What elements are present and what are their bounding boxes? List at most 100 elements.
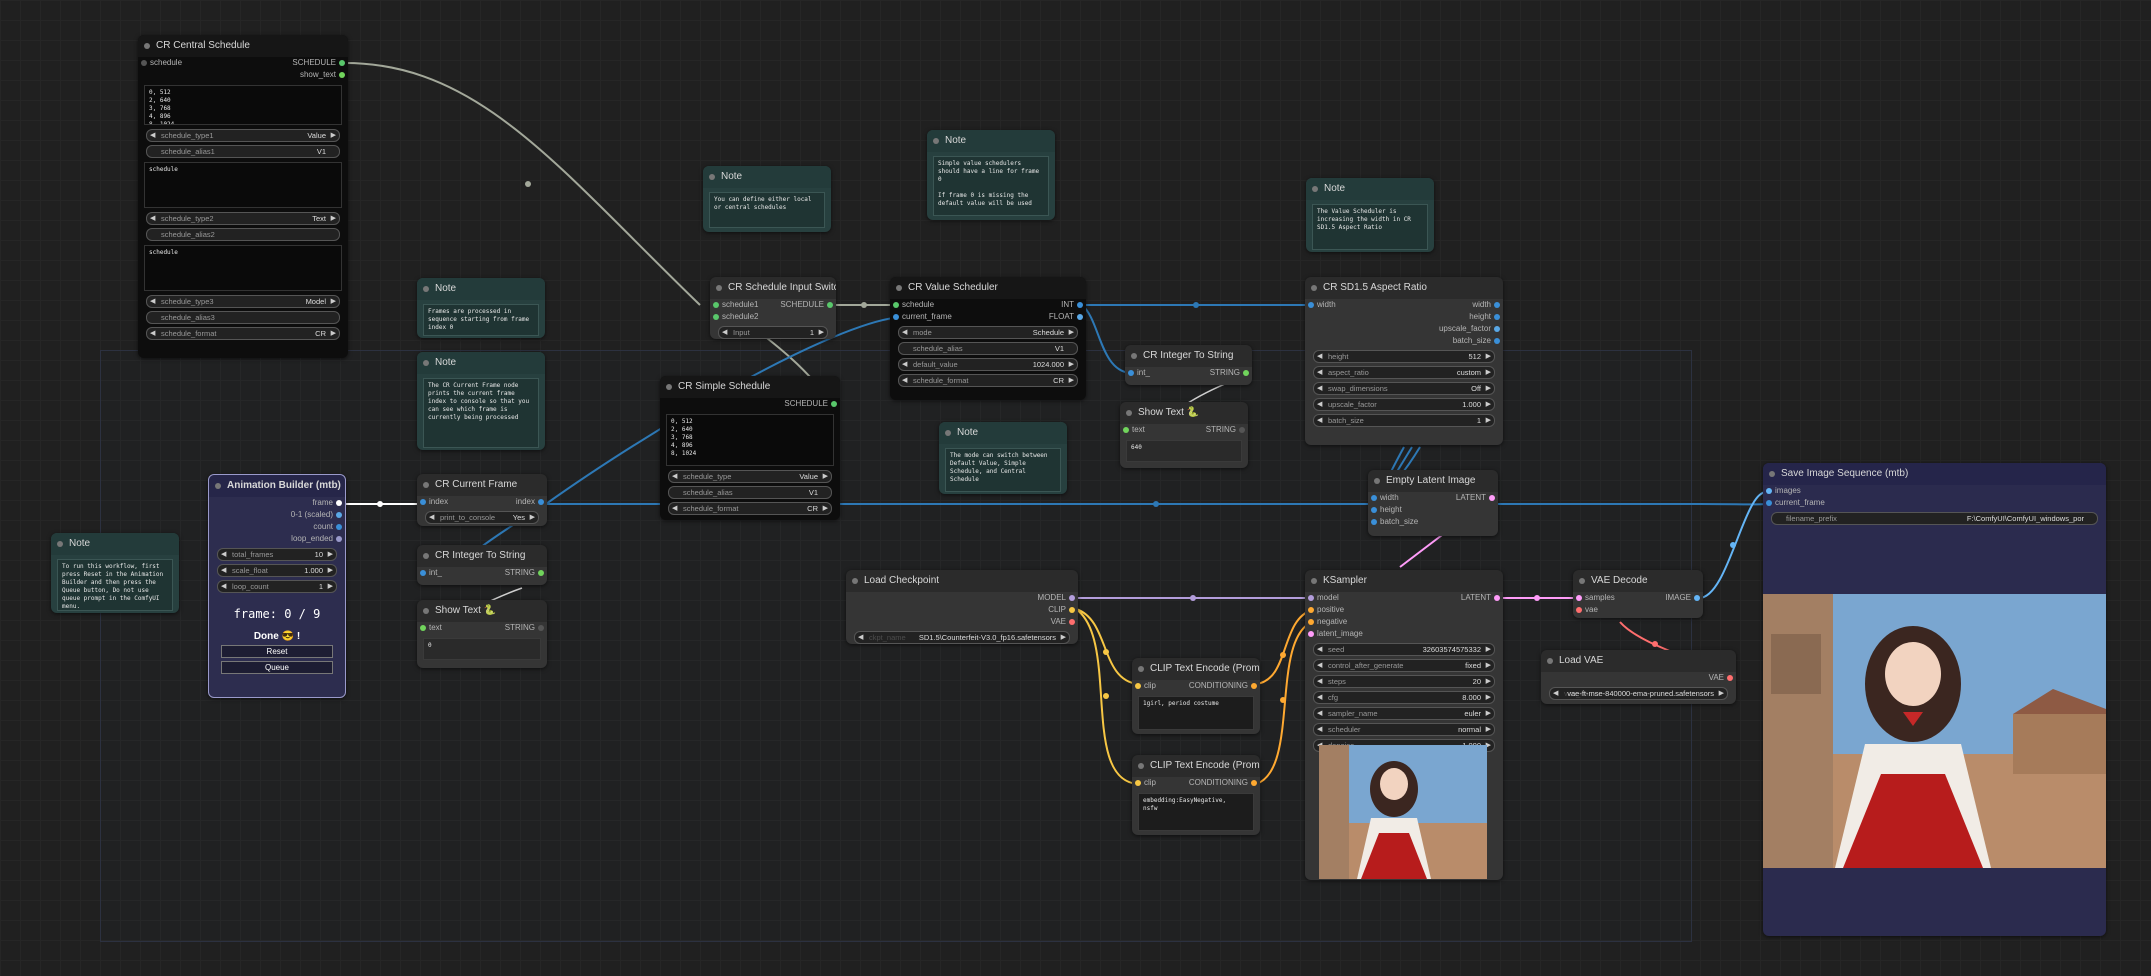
prompt-textarea[interactable]: 1girl, period costume [1138,696,1254,730]
clip-text-encode-positive-node[interactable]: CLIP Text Encode (Prompt) clip CONDITIONI… [1132,658,1260,734]
print-to-console-combo[interactable]: ◀ print_to_console Yes ▶ [425,511,539,524]
animation-builder-node[interactable]: Animation Builder (mtb) frame 0-1 (scale… [208,474,346,698]
output-pin[interactable] [1069,607,1075,613]
input-pin[interactable] [1135,780,1141,786]
output-pin[interactable] [1243,370,1249,376]
node-title[interactable]: CR Integer To String [417,545,547,567]
output-pin[interactable] [339,60,345,66]
seed-widget[interactable]: ◀ seed 32603574575332 ▶ [1313,643,1495,656]
output-pin[interactable] [1494,314,1500,320]
note-text[interactable]: The CR Current Frame node prints the cur… [423,378,539,448]
steps-widget[interactable]: ◀ steps 20 ▶ [1313,675,1495,688]
input-pin[interactable] [1766,500,1772,506]
control-after-generate-combo[interactable]: ◀ control_after_generate fixed ▶ [1313,659,1495,672]
node-title[interactable]: Note [1306,178,1434,200]
output-pin[interactable] [1494,595,1500,601]
input-pin[interactable] [1123,427,1129,433]
output-pin[interactable] [336,524,342,530]
output-pin[interactable] [1727,675,1733,681]
output-pin[interactable] [1494,338,1500,344]
scale-float-widget[interactable]: ◀ scale_float 1.000 ▶ [217,564,337,577]
output-pin[interactable] [336,500,342,506]
output-pin[interactable] [1494,302,1500,308]
node-title[interactable]: CLIP Text Encode (Prompt) [1132,755,1260,777]
input-pin[interactable] [1371,495,1377,501]
input-pin[interactable] [420,625,426,631]
sampler-name-combo[interactable]: ◀ sampler_name euler ▶ [1313,707,1495,720]
input-pin[interactable] [1128,370,1134,376]
vae-decode-node[interactable]: VAE Decode samples IMAGE vae [1573,570,1703,618]
note-mode-switch[interactable]: Note The mode can switch between Default… [939,422,1067,494]
input-pin[interactable] [713,314,719,320]
output-pin[interactable] [1077,302,1083,308]
note-text[interactable]: To run this workflow, first press Reset … [57,559,173,611]
node-title[interactable]: Load VAE [1541,650,1736,672]
output-pin[interactable] [1069,619,1075,625]
input-pin[interactable] [893,302,899,308]
input-pin[interactable] [1308,595,1314,601]
node-title[interactable]: KSampler [1305,570,1503,592]
node-title[interactable]: Note [927,130,1055,152]
schedule-type3-combo[interactable]: ◀ schedule_type3 Model ▶ [146,295,340,308]
save-image-sequence-node[interactable]: Save Image Sequence (mtb) images current… [1763,463,2106,936]
swap-dimensions-combo[interactable]: ◀ swap_dimensions Off ▶ [1313,382,1495,395]
scheduler-combo[interactable]: ◀ scheduler normal ▶ [1313,723,1495,736]
note-text[interactable]: Simple value schedulers should have a li… [933,156,1049,216]
input-pin[interactable] [893,314,899,320]
load-checkpoint-node[interactable]: Load Checkpoint MODEL CLIP VAE ◀ ckpt_nam… [846,570,1078,644]
node-title[interactable]: CR Current Frame [417,474,547,496]
schedule-alias-field[interactable]: schedule_alias V1 [898,342,1078,355]
schedule-alias2-field[interactable]: schedule_alias2 [146,228,340,241]
input-pin[interactable] [1135,683,1141,689]
input-number-widget[interactable]: ◀ Input 1 ▶ [718,326,828,339]
reset-button[interactable]: Reset [221,645,333,658]
node-title[interactable]: Note [417,278,545,300]
output-pin[interactable] [339,72,345,78]
vae-name-combo[interactable]: ◀ vae_name vae-ft-mse-840000-ema-pruned.sa… [1549,687,1728,700]
central-schedule-node[interactable]: CR Central Schedule schedule SCHEDULE sho… [138,35,348,358]
current-frame-node[interactable]: CR Current Frame index index ◀ print_to_co… [417,474,547,526]
input-pin[interactable] [420,499,426,505]
note-text[interactable]: The mode can switch between Default Valu… [945,448,1061,492]
cfg-widget[interactable]: ◀ cfg 8.000 ▶ [1313,691,1495,704]
note-run-instructions[interactable]: Note To run this workflow, first press R… [51,533,179,613]
output-pin[interactable] [1069,595,1075,601]
output-pin[interactable] [538,625,544,631]
input-pin[interactable] [1576,607,1582,613]
node-title[interactable]: Note [939,422,1067,444]
output-pin[interactable] [336,512,342,518]
schedule-input-switch-node[interactable]: CR Schedule Input Switch schedule1 SCHEDU… [710,277,836,339]
node-title[interactable]: CR Value Scheduler [890,277,1086,299]
total-frames-widget[interactable]: ◀ total_frames 10 ▶ [217,548,337,561]
node-title[interactable]: Note [417,352,545,374]
ckpt-name-combo[interactable]: ◀ ckpt_name SD1.5\Counterfeit-V3.0_fp16.sa… [854,631,1070,644]
aspect-ratio-combo[interactable]: ◀ aspect_ratio custom ▶ [1313,366,1495,379]
note-local-central[interactable]: Note You can define either local or cent… [703,166,831,232]
output-pin[interactable] [1494,326,1500,332]
schedule-format-combo[interactable]: ◀ schedule_format CR ▶ [146,327,340,340]
schedule-format-combo[interactable]: ◀ schedule_format CR ▶ [668,502,832,515]
node-title[interactable]: Show Text 🐍 [417,600,547,622]
schedule-alias1-field[interactable]: schedule_alias1 V1 [146,145,340,158]
node-title[interactable]: Note [703,166,831,188]
input-pin[interactable] [1308,607,1314,613]
output-pin[interactable] [831,401,837,407]
height-widget[interactable]: ◀ height 512 ▶ [1313,350,1495,363]
node-title[interactable]: Load Checkpoint [846,570,1078,592]
output-pin[interactable] [1251,683,1257,689]
note-text[interactable]: Frames are processed in sequence startin… [423,304,539,336]
input-pin[interactable] [420,570,426,576]
note-sequence[interactable]: Note Frames are processed in sequence st… [417,278,545,338]
input-pin[interactable] [1308,619,1314,625]
node-title[interactable]: Animation Builder (mtb) [209,475,345,497]
output-pin[interactable] [336,536,342,542]
mode-combo[interactable]: ◀ mode Schedule ▶ [898,326,1078,339]
batch-size-widget[interactable]: ◀ batch_size 1 ▶ [1313,414,1495,427]
upscale-factor-widget[interactable]: ◀ upscale_factor 1.000 ▶ [1313,398,1495,411]
load-vae-node[interactable]: Load VAE VAE ◀ vae_name vae-ft-mse-840000-… [1541,650,1736,704]
output-pin[interactable] [1239,427,1245,433]
schedule-type2-combo[interactable]: ◀ schedule_type2 Text ▶ [146,212,340,225]
node-title[interactable]: Show Text 🐍 [1120,402,1248,424]
ksampler-node[interactable]: KSampler model LATENT positive negative l… [1305,570,1503,880]
schedule-alias-field[interactable]: schedule_alias V1 [668,486,832,499]
